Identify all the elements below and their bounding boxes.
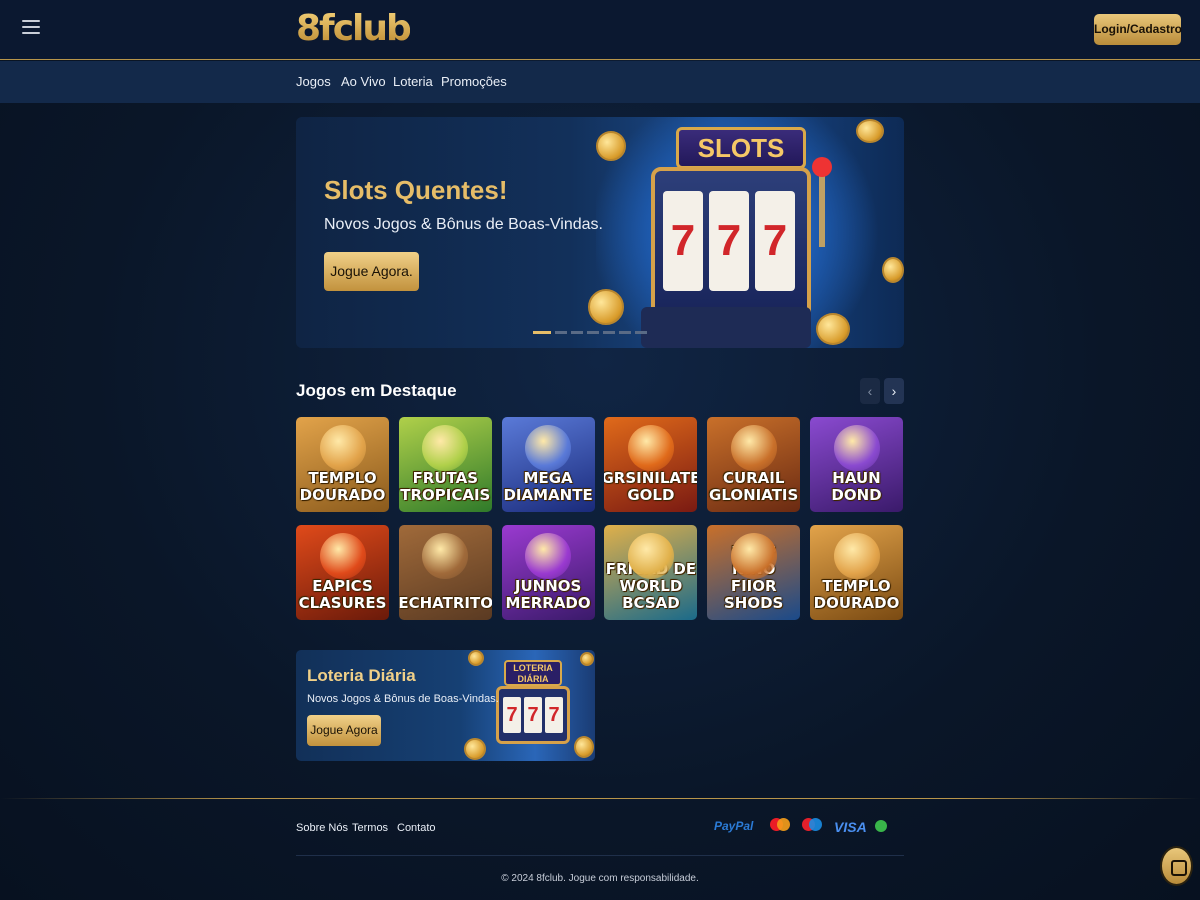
copyright-text: © 2024 8fclub. Jogue com responsabilidad… — [501, 873, 699, 884]
login-register-button[interactable]: Login/Cadastro — [1094, 14, 1182, 45]
top-header: 8fclub Login/Cadastro — [0, 0, 1200, 60]
visa-icon: VISA — [834, 819, 867, 835]
lottery-card[interactable]: LOTERIA DIÁRIA 7 7 7 Loteria Diária Novo… — [296, 650, 595, 761]
nav-item-jogos[interactable]: Jogos — [296, 74, 331, 89]
hero-title: Slots Quentes! — [324, 175, 508, 205]
game-tile[interactable]: FRUTAS TROPICAIS — [398, 417, 492, 512]
nav-item-loteria[interactable]: Loteria — [393, 74, 433, 89]
slot-reel: 7 — [755, 191, 795, 291]
hamburger-icon[interactable] — [22, 20, 40, 36]
site-logo[interactable]: 8fclub — [296, 8, 412, 49]
footer-link-contato[interactable]: Contato — [397, 822, 436, 834]
game-artwork — [422, 533, 469, 579]
slot-reel: 7 — [524, 697, 542, 733]
slot-reel: 7 — [503, 697, 521, 733]
game-tile[interactable]: HAUN DOND — [810, 417, 903, 512]
mastercard-icon — [770, 818, 790, 832]
game-tile[interactable]: BARF NINO FIIOR SHODS — [707, 525, 801, 620]
carousel-dot[interactable] — [619, 331, 631, 334]
footer-link-sobre[interactable]: Sobre Nós — [296, 822, 348, 834]
chat-icon[interactable] — [1160, 846, 1193, 886]
hero-play-button[interactable]: Jogue Agora. — [324, 252, 419, 291]
slot-reel: 7 — [663, 191, 703, 291]
game-artwork — [627, 533, 674, 579]
game-artwork — [525, 533, 572, 579]
game-title: CURAIL GLONIATIS — [709, 469, 799, 504]
chevron-right-icon[interactable]: › — [884, 378, 904, 404]
maestro-icon — [802, 818, 822, 832]
lottery-play-button[interactable]: Jogue Agora — [307, 715, 381, 746]
slot-lever — [819, 167, 825, 247]
carousel-dot[interactable] — [555, 331, 567, 334]
nav-item-ao-vivo[interactable]: Ao Vivo — [341, 74, 386, 89]
game-title: TEMPLO DOURADO — [299, 469, 386, 504]
carousel-dot[interactable] — [587, 331, 599, 334]
game-artwork — [833, 425, 880, 471]
hero-subtitle: Novos Jogos & Bônus de Boas-Vindas. — [324, 216, 603, 233]
coin-icon — [588, 289, 624, 325]
hero-banner[interactable]: SLOTS 7 7 7 Slots Quentes! Novos Jogos &… — [296, 117, 904, 348]
game-title: TEMPLO DOURADO — [813, 577, 900, 612]
game-artwork — [319, 425, 366, 471]
footer-link-termos[interactable]: Termos — [352, 822, 388, 834]
lottery-slot-illustration: LOTERIA DIÁRIA 7 7 7 — [492, 656, 574, 752]
slot-sign: SLOTS — [676, 127, 806, 169]
game-title: MEGA DIAMANTE — [503, 469, 593, 504]
coin-icon — [580, 652, 594, 666]
game-title: EAPICS CLASURES — [298, 577, 387, 612]
game-artwork — [730, 425, 777, 471]
game-tile[interactable]: CURAIL GLONIATIS — [707, 417, 801, 512]
game-title: HAUN DOND — [831, 469, 882, 504]
slot-reel: 7 — [545, 697, 563, 733]
game-tile[interactable]: TEMPLO DOURADO — [810, 525, 903, 620]
game-tile[interactable]: MEGA DIAMANTE — [501, 417, 595, 512]
game-title: RECHATRITOS — [398, 594, 492, 612]
carousel-indicators[interactable] — [533, 331, 651, 335]
game-tile[interactable]: GRSINILATE GOLD — [604, 417, 698, 512]
coin-icon — [468, 650, 484, 666]
carousel-dot[interactable] — [533, 331, 551, 334]
chevron-left-icon[interactable]: ‹ — [860, 378, 880, 404]
featured-title: Jogos em Destaque — [296, 381, 457, 400]
game-tile[interactable]: TEMPLO DOURADO — [296, 417, 389, 512]
coin-icon — [464, 738, 486, 760]
game-artwork — [422, 425, 469, 471]
carousel-dot[interactable] — [635, 331, 647, 334]
slot-base — [641, 307, 811, 348]
slot-body: 7 7 7 — [651, 167, 811, 322]
paypal-icon: PayPal — [714, 819, 754, 833]
coin-icon — [816, 313, 850, 345]
game-tile[interactable]: FRICAD DE WORLD BCSAD — [604, 525, 698, 620]
lever-knob-icon — [812, 157, 832, 177]
nav-item-promocoes[interactable]: Promoções — [441, 74, 507, 89]
lottery-subtitle: Novos Jogos & Bônus de Boas-Vindas. — [307, 693, 499, 705]
game-artwork — [319, 533, 366, 579]
lottery-title: Loteria Diária — [307, 666, 416, 685]
game-tile[interactable]: JUNNOS MERRADO — [501, 525, 595, 620]
game-artwork — [525, 425, 572, 471]
game-tile[interactable]: RECHATRITOS — [398, 525, 492, 620]
game-tile[interactable]: EAPICS CLASURES — [296, 525, 389, 620]
lottery-sign: LOTERIA DIÁRIA — [504, 660, 562, 686]
carousel-dot[interactable] — [571, 331, 583, 334]
coin-icon — [856, 119, 884, 143]
coin-icon — [574, 736, 594, 758]
coin-icon — [596, 131, 626, 161]
game-title: GRSINILATE GOLD — [604, 469, 698, 504]
game-artwork — [627, 425, 674, 471]
game-artwork — [730, 533, 777, 579]
game-title: FRUTAS TROPICAIS — [400, 469, 491, 504]
game-title: JUNNOS MERRADO — [505, 577, 591, 612]
footer-separator — [296, 855, 904, 856]
game-artwork — [833, 533, 880, 579]
slot-reel: 7 — [709, 191, 749, 291]
carousel-dot[interactable] — [603, 331, 615, 334]
main-nav: Jogos Ao Vivo Loteria Promoções — [0, 61, 1200, 103]
coin-icon — [882, 257, 904, 283]
lottery-slot-body: 7 7 7 — [496, 686, 570, 744]
footer-divider — [0, 798, 1200, 799]
slot-machine-illustration: SLOTS 7 7 7 — [636, 127, 832, 348]
secure-badge-icon — [875, 820, 887, 832]
